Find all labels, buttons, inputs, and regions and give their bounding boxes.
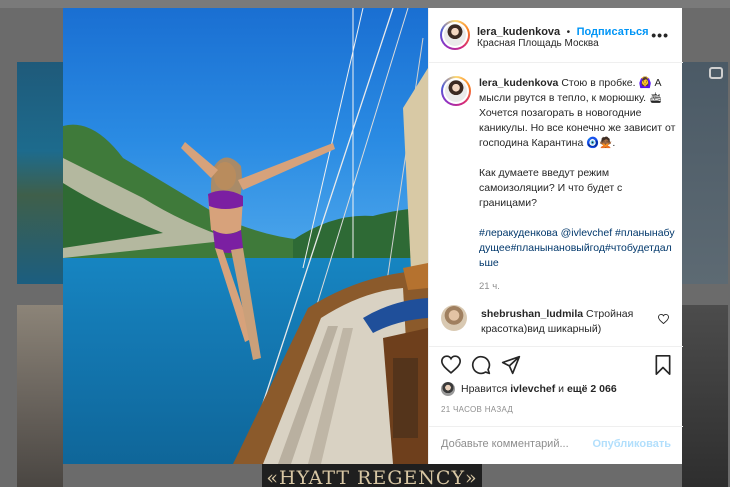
background-post-thumbnail[interactable] — [17, 305, 63, 487]
caption-question: Как думаете введут режим самоизоляции? И… — [479, 167, 623, 209]
background-banner-text: «HYATT REGENCY» — [266, 467, 478, 487]
caption-time[interactable]: 21 ч. — [479, 279, 677, 294]
caption-author-avatar[interactable] — [441, 76, 471, 106]
background-post-thumbnail[interactable] — [682, 305, 728, 487]
add-comment-bar: Опубликовать — [429, 426, 683, 464]
photo-scene — [63, 8, 428, 464]
video-camera-icon — [709, 67, 723, 79]
author-avatar[interactable] — [440, 20, 470, 50]
heart-small-icon[interactable] — [658, 314, 669, 324]
likes-count[interactable]: ещё 2 066 — [567, 383, 617, 395]
post-timestamp[interactable]: 21 ЧАСОВ НАЗАД — [441, 405, 513, 414]
liker-avatar — [441, 382, 455, 396]
add-comment-input[interactable] — [441, 438, 591, 450]
post-location[interactable]: Красная Площадь Москва — [477, 38, 599, 49]
liker-username[interactable]: ivlevchef — [510, 383, 555, 395]
post-actions-bar — [429, 346, 683, 386]
caption-username[interactable]: lera_kudenkova — [479, 77, 558, 89]
heart-icon[interactable] — [441, 355, 461, 374]
background-post-thumbnail[interactable] — [682, 62, 728, 284]
author-username[interactable]: lera_kudenkova — [477, 26, 560, 38]
more-options-icon[interactable]: ••• — [651, 27, 669, 43]
background-post-thumbnail[interactable] — [17, 62, 63, 284]
comment-icon[interactable] — [471, 355, 491, 375]
post-details-panel: lera_kudenkova • Подписаться Красная Пло… — [428, 8, 683, 464]
likes-and: и — [558, 383, 565, 395]
post-header: lera_kudenkova • Подписаться Красная Пло… — [429, 8, 683, 63]
post-modal: lera_kudenkova • Подписаться Красная Пло… — [63, 8, 683, 464]
caption-hashtags[interactable]: #леракуденкова @ivlevchef #планынабудуще… — [479, 226, 677, 271]
header-separator: • — [566, 27, 571, 38]
commenter-avatar[interactable] — [441, 305, 467, 331]
publish-button[interactable]: Опубликовать — [592, 438, 671, 450]
bookmark-icon[interactable] — [655, 355, 671, 375]
commenter-username[interactable]: shebrushan_ludmila — [481, 308, 583, 320]
comment-item: shebrushan_ludmila Стройная красотка)вид… — [441, 305, 677, 339]
follow-button[interactable]: Подписаться — [577, 26, 649, 38]
likes-summary[interactable]: Нравится ivlevchef и ещё 2 066 — [441, 381, 677, 399]
share-icon[interactable] — [501, 355, 521, 375]
post-photo[interactable] — [63, 8, 428, 464]
likes-prefix: Нравится — [461, 383, 508, 395]
background-top-bar — [0, 0, 730, 8]
